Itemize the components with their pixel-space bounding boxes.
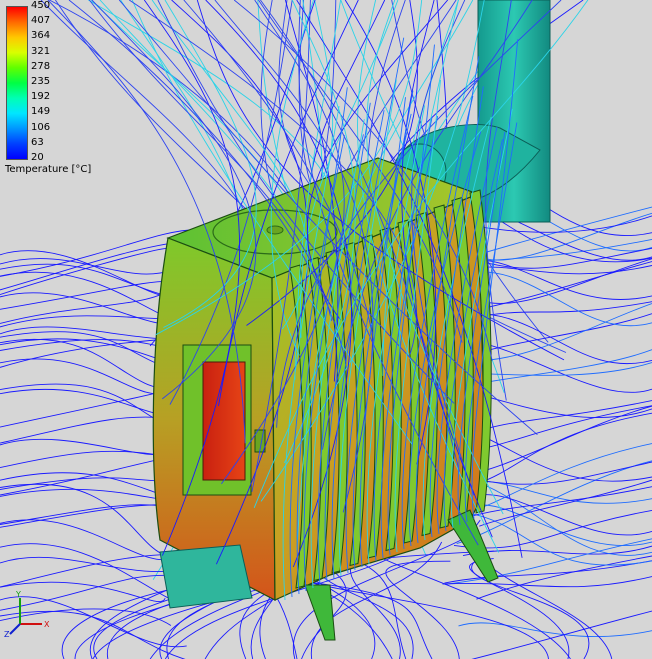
x-axis-label: X xyxy=(44,620,50,629)
z-axis-label: Z xyxy=(4,630,10,638)
streamline xyxy=(467,247,652,269)
legend-title: Temperature [°C] xyxy=(5,164,92,175)
streamline xyxy=(0,358,172,395)
stove-leg xyxy=(304,584,336,641)
ash-tray xyxy=(159,544,253,609)
legend-tick-label: 149 xyxy=(31,106,51,118)
streamline xyxy=(0,477,173,490)
streamline xyxy=(385,560,460,659)
legend-tick-label: 450 xyxy=(31,0,51,11)
legend-tick-label: 407 xyxy=(31,15,51,27)
z-axis-arrow xyxy=(9,623,21,635)
streamline xyxy=(472,392,652,419)
legend-tick-label: 20 xyxy=(31,152,44,163)
simulation-viewport[interactable] xyxy=(0,0,652,659)
legend-tick-label: 235 xyxy=(31,76,51,87)
stove-flow-scene xyxy=(0,0,652,659)
streamline xyxy=(0,519,175,561)
color-scale-bar xyxy=(6,6,28,160)
legend-tick-label: 63 xyxy=(31,136,44,148)
legend-tick-label: 106 xyxy=(31,121,51,133)
legend-tick-label: 192 xyxy=(31,91,51,103)
streamline xyxy=(472,265,652,275)
axis-triad: X Y Z xyxy=(4,590,50,638)
streamline xyxy=(0,338,173,368)
streamline xyxy=(477,349,652,385)
streamline xyxy=(458,622,652,638)
temperature-legend: 450 407 364 321 278 235 192 149 106 63 20 Temperat… xyxy=(3,0,91,176)
streamline xyxy=(479,479,652,527)
y-axis-label: Y xyxy=(15,590,21,599)
streamline xyxy=(0,416,171,444)
legend-tick-label: 364 xyxy=(31,30,51,42)
streamline xyxy=(0,338,178,390)
legend-tick-label: 321 xyxy=(31,45,51,57)
streamline xyxy=(0,553,179,588)
legend-tick-label: 278 xyxy=(31,60,51,72)
streamline xyxy=(476,555,652,600)
streamline xyxy=(0,280,173,310)
